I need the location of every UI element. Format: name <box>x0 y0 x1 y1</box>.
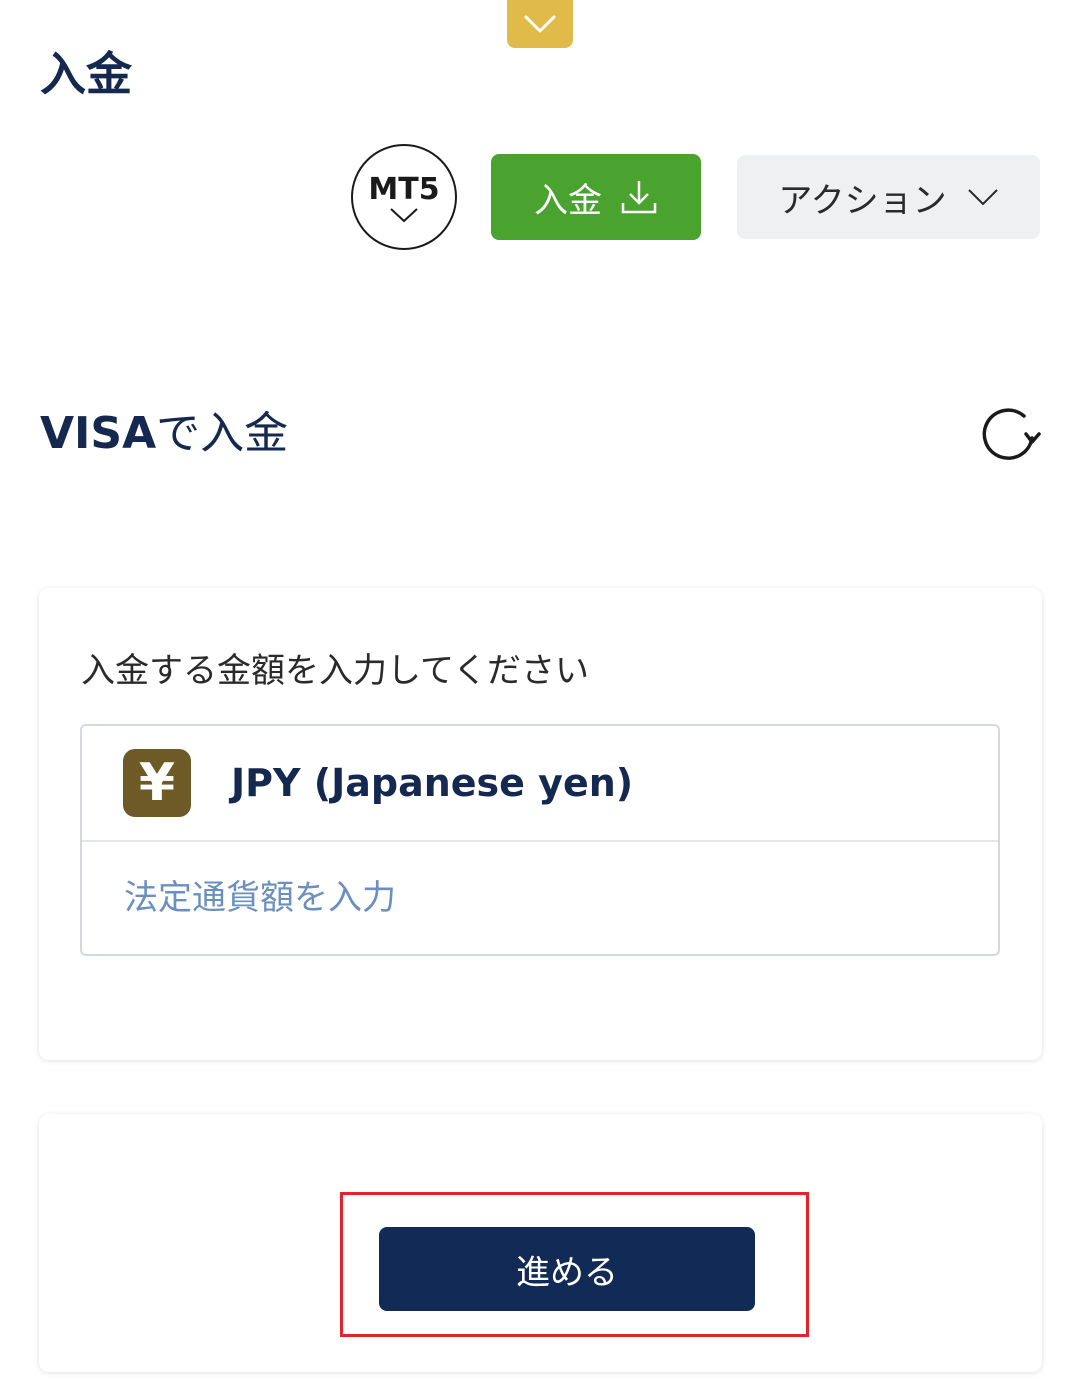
action-button-label: アクション <box>778 180 947 221</box>
action-dropdown-button[interactable]: アクション <box>737 155 1040 239</box>
chevron-down-icon <box>967 189 998 206</box>
section-title-visa: VISA <box>40 408 157 459</box>
top-collapse-tab[interactable] <box>507 0 573 48</box>
amount-instruction: 入金する金額を入力してください <box>81 651 589 691</box>
currency-name: JPY (Japanese yen) <box>231 761 634 805</box>
download-icon <box>621 181 657 214</box>
chevron-down-icon <box>524 15 556 33</box>
account-selector[interactable]: MT5 <box>351 144 457 250</box>
section-title-rest: で入金 <box>156 408 289 459</box>
currency-selector[interactable]: ¥ JPY (Japanese yen) <box>82 726 998 842</box>
amount-card: 入金する金額を入力してください ¥ JPY (Japanese yen) <box>39 588 1042 1060</box>
yen-icon: ¥ <box>123 749 191 817</box>
chevron-down-icon <box>390 208 418 223</box>
account-badge-label: MT5 <box>368 172 440 207</box>
refresh-icon[interactable] <box>980 404 1042 464</box>
fiat-amount-input[interactable] <box>82 842 998 954</box>
page-title: 入金 <box>40 47 132 101</box>
proceed-button[interactable]: 進める <box>379 1227 755 1311</box>
section-title: VISAで入金 <box>40 404 288 464</box>
deposit-button-label: 入金 <box>534 180 602 221</box>
deposit-button[interactable]: 入金 <box>491 154 701 240</box>
amount-input-group: ¥ JPY (Japanese yen) <box>80 724 1000 956</box>
